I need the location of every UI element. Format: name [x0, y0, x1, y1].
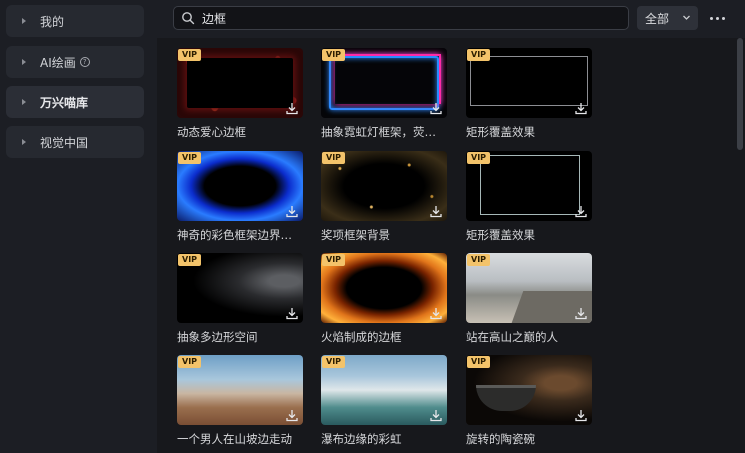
asset-card[interactable]: VIP 站在高山之巅的人	[466, 253, 592, 345]
asset-card[interactable]: VIP 瀑布边缘的彩虹	[321, 355, 447, 447]
search-query[interactable]: 边框	[202, 10, 226, 27]
filter-dropdown[interactable]: 全部	[637, 6, 698, 30]
caret-right-icon	[22, 99, 26, 105]
asset-thumbnail[interactable]: VIP	[321, 253, 447, 323]
asset-title: 动态爱心边框	[177, 125, 246, 139]
sidebar-item-label: 万兴喵库	[40, 95, 89, 110]
sidebar-item-ai-painting[interactable]: AI绘画 ?	[6, 46, 144, 78]
asset-card[interactable]: VIP 矩形覆盖效果	[466, 151, 592, 243]
vip-badge: VIP	[467, 356, 491, 368]
download-icon[interactable]	[285, 306, 299, 320]
search-icon	[181, 11, 195, 25]
vip-badge: VIP	[322, 49, 346, 61]
sidebar-item-mine[interactable]: 我的	[6, 5, 144, 37]
asset-card[interactable]: VIP 矩形覆盖效果	[466, 48, 592, 140]
asset-card[interactable]: VIP 旋转的陶瓷碗	[466, 355, 592, 447]
asset-title: 矩形覆盖效果	[466, 125, 535, 139]
chevron-down-icon	[682, 13, 691, 22]
download-icon[interactable]	[574, 306, 588, 320]
scrollbar[interactable]	[737, 38, 743, 150]
asset-thumbnail[interactable]: VIP	[321, 151, 447, 221]
asset-thumbnail[interactable]: VIP	[466, 355, 592, 425]
asset-thumbnail[interactable]: VIP	[321, 48, 447, 118]
caret-right-icon	[22, 59, 26, 65]
results-grid: VIP 动态爱心边框 VIP 抽象霓虹灯框架，荧… VIP 矩形覆盖效果 VIP 神奇的彩色框…	[157, 38, 745, 453]
asset-title: 神奇的彩色框架边界…	[177, 228, 292, 242]
sidebar-item-label: 视觉中国	[40, 135, 89, 150]
sidebar-item-visual-china[interactable]: 视觉中国	[6, 126, 144, 158]
more-icon[interactable]	[707, 8, 727, 28]
asset-thumbnail[interactable]: VIP	[466, 48, 592, 118]
asset-title: 瀑布边缘的彩虹	[321, 432, 402, 446]
asset-card[interactable]: VIP 奖项框架背景	[321, 151, 447, 243]
download-icon[interactable]	[429, 101, 443, 115]
download-icon[interactable]	[429, 204, 443, 218]
download-icon[interactable]	[285, 204, 299, 218]
asset-card[interactable]: VIP 神奇的彩色框架边界…	[177, 151, 303, 243]
asset-card[interactable]: VIP 抽象多边形空间	[177, 253, 303, 345]
vip-badge: VIP	[322, 152, 346, 164]
vip-badge: VIP	[178, 254, 202, 266]
download-icon[interactable]	[285, 101, 299, 115]
download-icon[interactable]	[429, 306, 443, 320]
search-input[interactable]: 边框	[173, 6, 629, 30]
vip-badge: VIP	[178, 49, 202, 61]
asset-title: 旋转的陶瓷碗	[466, 432, 535, 446]
vip-badge: VIP	[467, 152, 491, 164]
asset-title: 火焰制成的边框	[321, 330, 402, 344]
asset-thumbnail[interactable]: VIP	[177, 48, 303, 118]
asset-title: 奖项框架背景	[321, 228, 390, 242]
asset-thumbnail[interactable]: VIP	[177, 355, 303, 425]
vip-badge: VIP	[178, 152, 202, 164]
asset-thumbnail[interactable]: VIP	[177, 151, 303, 221]
asset-title: 站在高山之巅的人	[466, 330, 558, 344]
asset-title: 矩形覆盖效果	[466, 228, 535, 242]
download-icon[interactable]	[285, 408, 299, 422]
asset-title: 一个男人在山坡边走动	[177, 432, 292, 446]
vip-badge: VIP	[322, 356, 346, 368]
download-icon[interactable]	[574, 101, 588, 115]
filter-selected: 全部	[645, 11, 670, 26]
sidebar: 我的 AI绘画 ? 万兴喵库 视觉中国	[0, 0, 157, 453]
caret-right-icon	[22, 18, 26, 24]
caret-right-icon	[22, 139, 26, 145]
asset-thumbnail[interactable]: VIP	[177, 253, 303, 323]
download-icon[interactable]	[574, 408, 588, 422]
asset-thumbnail[interactable]: VIP	[466, 253, 592, 323]
download-icon[interactable]	[429, 408, 443, 422]
sidebar-item-wondershare-library[interactable]: 万兴喵库	[6, 86, 144, 118]
asset-card[interactable]: VIP 火焰制成的边框	[321, 253, 447, 345]
asset-thumbnail[interactable]: VIP	[321, 355, 447, 425]
asset-title: 抽象霓虹灯框架，荧…	[321, 125, 436, 139]
asset-card[interactable]: VIP 抽象霓虹灯框架，荧…	[321, 48, 447, 140]
sidebar-item-label: AI绘画	[40, 55, 76, 70]
asset-title: 抽象多边形空间	[177, 330, 258, 344]
asset-thumbnail[interactable]: VIP	[466, 151, 592, 221]
download-icon[interactable]	[574, 204, 588, 218]
sidebar-item-label: 我的	[40, 14, 65, 29]
help-icon[interactable]: ?	[79, 57, 90, 67]
asset-card[interactable]: VIP 一个男人在山坡边走动	[177, 355, 303, 447]
vip-badge: VIP	[178, 356, 202, 368]
vip-badge: VIP	[322, 254, 346, 266]
vip-badge: VIP	[467, 254, 491, 266]
vip-badge: VIP	[467, 49, 491, 61]
asset-card[interactable]: VIP 动态爱心边框	[177, 48, 303, 140]
top-bar: 边框 全部	[157, 0, 745, 38]
